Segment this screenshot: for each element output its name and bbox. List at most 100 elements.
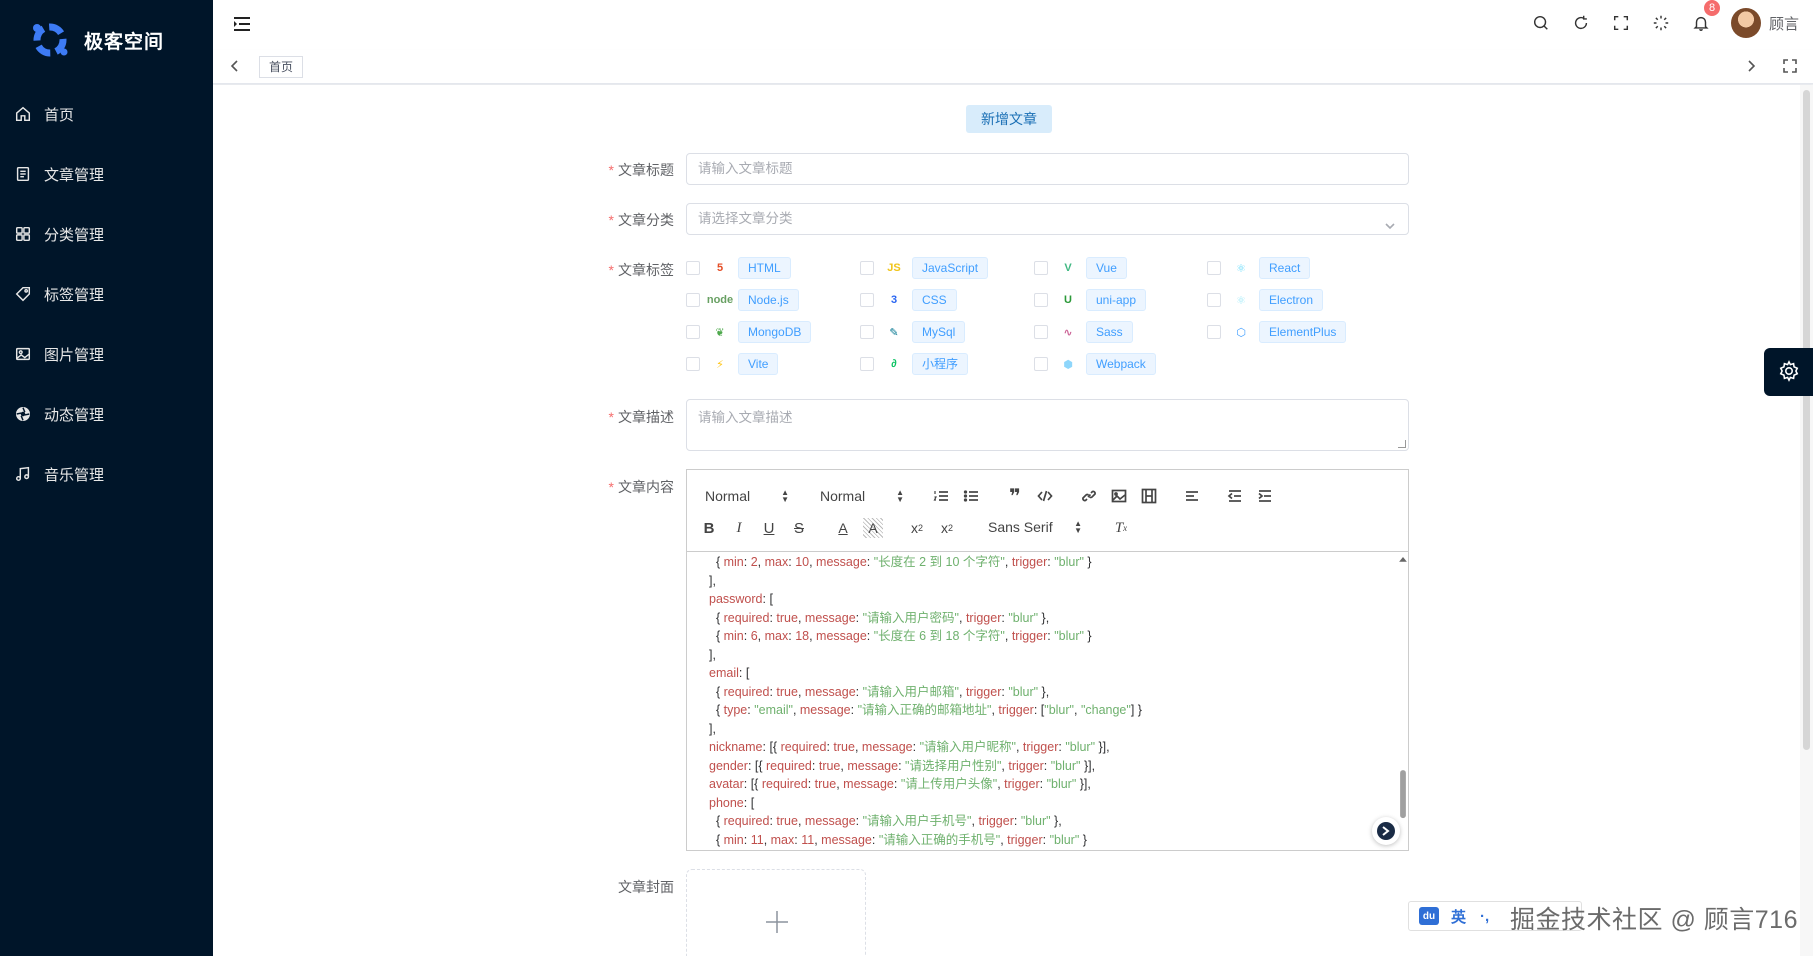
tag-checkbox[interactable] <box>686 325 700 339</box>
tag-checkbox[interactable] <box>1034 293 1048 307</box>
tag-option[interactable]: Uuni-app <box>1034 288 1147 312</box>
tag-label[interactable]: Vue <box>1086 257 1127 279</box>
assistant-float-icon[interactable] <box>1372 817 1400 845</box>
video-icon[interactable] <box>1139 486 1159 506</box>
background-color-icon[interactable]: A <box>863 518 883 538</box>
tag-label[interactable]: React <box>1259 257 1311 279</box>
tag-checkbox[interactable] <box>1207 261 1221 275</box>
tag-label[interactable]: uni-app <box>1086 289 1147 311</box>
ime-punctuation[interactable]: ·, <box>1480 908 1489 925</box>
sidebar-item-categories[interactable]: 分类管理 <box>0 204 213 264</box>
text-color-icon[interactable]: A <box>833 518 853 538</box>
clear-format-icon[interactable]: Tx <box>1111 518 1131 538</box>
tag-label[interactable]: MySql <box>912 321 966 343</box>
settings-drawer-button[interactable] <box>1764 348 1813 396</box>
tag-label[interactable]: Electron <box>1259 289 1324 311</box>
tag-label[interactable]: HTML <box>738 257 791 279</box>
menu-toggle-icon[interactable] <box>231 14 253 34</box>
category-select[interactable]: 请选择文章分类 <box>686 203 1409 235</box>
tag-checkbox[interactable] <box>1207 293 1221 307</box>
tag-checkbox[interactable] <box>686 261 700 275</box>
tag-option[interactable]: 5 HTML <box>686 256 791 280</box>
tag-label[interactable]: 小程序 <box>912 353 969 375</box>
tag-option[interactable]: node Node.js <box>686 288 799 312</box>
avatar[interactable] <box>1730 8 1761 38</box>
tab-home[interactable]: 首页 <box>259 56 304 78</box>
tag-option[interactable]: ∂ 小程序 <box>860 352 969 376</box>
tag-label[interactable]: ElementPlus <box>1259 321 1347 343</box>
refresh-icon[interactable] <box>1571 13 1591 33</box>
align-icon[interactable] <box>1182 486 1202 506</box>
link-icon[interactable] <box>1079 486 1099 506</box>
sidebar-item-images[interactable]: 图片管理 <box>0 324 213 384</box>
underline-icon[interactable]: U <box>759 518 779 538</box>
italic-icon[interactable]: I <box>729 518 749 538</box>
strike-icon[interactable]: S <box>789 518 809 538</box>
tag-label[interactable]: MongoDB <box>738 321 812 343</box>
tag-label[interactable]: Vite <box>738 353 779 375</box>
sidebar-item-moments[interactable]: 动态管理 <box>0 384 213 444</box>
header-select[interactable]: Normal ▲ ▼ <box>705 488 789 504</box>
tag-option[interactable]: V Vue <box>1034 256 1127 280</box>
tag-option[interactable]: ⚡ Vite <box>686 352 779 376</box>
tabs-scroll-right-icon[interactable] <box>1741 56 1761 76</box>
blockquote-icon[interactable]: ❞ <box>1005 486 1025 508</box>
sidebar-item-articles[interactable]: 文章管理 <box>0 144 213 204</box>
resize-handle-icon[interactable] <box>1398 440 1406 448</box>
bold-icon[interactable]: B <box>699 518 719 538</box>
tag-option[interactable]: ⚛ React <box>1207 256 1311 280</box>
tag-option[interactable]: ⚛ Electron <box>1207 288 1324 312</box>
search-icon[interactable] <box>1531 13 1551 33</box>
font-select[interactable]: Sans Serif ▲ ▼ <box>988 519 1082 535</box>
ordered-list-icon[interactable] <box>931 486 951 506</box>
code-block-icon[interactable] <box>1035 486 1055 506</box>
tag-checkbox[interactable] <box>860 293 874 307</box>
tag-label[interactable]: Node.js <box>738 289 799 311</box>
description-textarea[interactable]: 请输入文章描述 <box>686 399 1409 451</box>
size-select[interactable]: Normal ▲ ▼ <box>820 488 904 504</box>
tag-checkbox[interactable] <box>1034 261 1048 275</box>
subscript-icon[interactable]: x2 <box>907 518 927 538</box>
tag-checkbox[interactable] <box>860 357 874 371</box>
tag-option[interactable]: JS JavaScript <box>860 256 989 280</box>
tag-option[interactable]: 3 CSS <box>860 288 957 312</box>
rich-text-editor[interactable]: Normal ▲ ▼ Normal ▲ ▼ ❞ B I U S A A x2 x2 Sa… <box>686 469 1409 851</box>
tag-label[interactable]: Webpack <box>1086 353 1156 375</box>
tag-checkbox[interactable] <box>1034 325 1048 339</box>
tag-checkbox[interactable] <box>860 325 874 339</box>
indent-icon[interactable] <box>1255 486 1275 506</box>
ime-language[interactable]: 英 <box>1451 906 1466 927</box>
tag-checkbox[interactable] <box>1207 325 1221 339</box>
app-logo[interactable]: 极客空间 <box>28 18 164 62</box>
editor-content[interactable]: { min: 2, max: 10, message: "长度在 2 到 10 … <box>687 553 1408 850</box>
tag-label[interactable]: JavaScript <box>912 257 989 279</box>
tag-checkbox[interactable] <box>686 357 700 371</box>
superscript-icon[interactable]: x2 <box>937 518 957 538</box>
page-scrollbar-thumb[interactable] <box>1803 90 1810 750</box>
tag-option[interactable]: ⬢ Webpack <box>1034 352 1156 376</box>
tabs-scroll-left-icon[interactable] <box>225 56 245 76</box>
loading-icon[interactable] <box>1651 13 1671 33</box>
bullet-list-icon[interactable] <box>961 486 981 506</box>
tag-checkbox[interactable] <box>860 261 874 275</box>
image-icon[interactable] <box>1109 486 1129 506</box>
tag-option[interactable]: ✎ MySql <box>860 320 966 344</box>
tag-option[interactable]: ⬡ ElementPlus <box>1207 320 1347 344</box>
sidebar-item-music[interactable]: 音乐管理 <box>0 444 213 504</box>
sidebar-item-tags[interactable]: 标签管理 <box>0 264 213 324</box>
sidebar-item-home[interactable]: 首页 <box>0 84 213 144</box>
tag-label[interactable]: Sass <box>1086 321 1133 343</box>
bell-icon[interactable]: 8 <box>1691 0 1722 33</box>
tag-checkbox[interactable] <box>686 293 700 307</box>
tag-label[interactable]: CSS <box>912 289 957 311</box>
tab-fullscreen-icon[interactable] <box>1780 56 1800 76</box>
outdent-icon[interactable] <box>1225 486 1245 506</box>
editor-scrollbar[interactable] <box>1398 556 1407 844</box>
username[interactable]: 顾言 <box>1769 13 1799 34</box>
tag-option[interactable]: ❦ MongoDB <box>686 320 812 344</box>
title-input[interactable]: 请输入文章标题 <box>686 153 1409 185</box>
cover-upload[interactable] <box>686 869 866 956</box>
tag-checkbox[interactable] <box>1034 357 1048 371</box>
fullscreen-icon[interactable] <box>1611 13 1631 33</box>
tag-option[interactable]: ∿ Sass <box>1034 320 1133 344</box>
